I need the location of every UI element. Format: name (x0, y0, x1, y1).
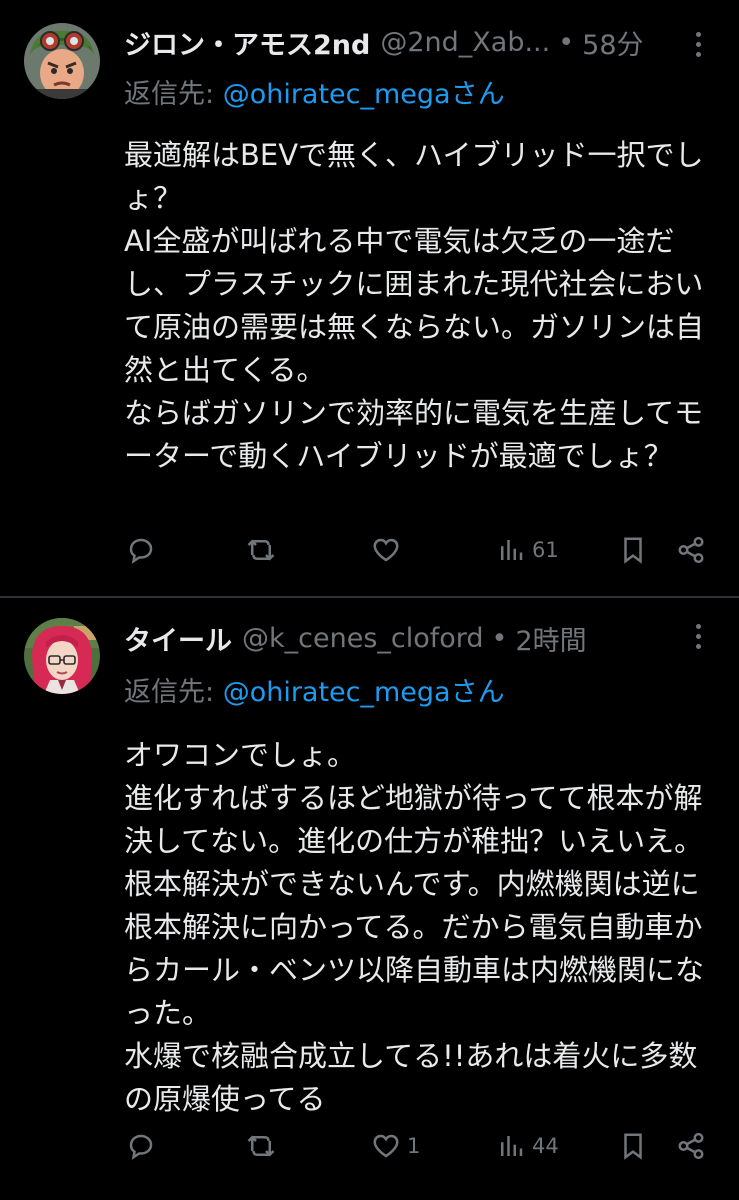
bookmark-button[interactable] (618, 1126, 648, 1166)
reply-button[interactable] (126, 530, 162, 570)
display-name[interactable]: ジロン・アモス2nd (124, 23, 370, 62)
bookmark-icon (624, 537, 642, 564)
views-button[interactable]: 61 (496, 530, 559, 570)
action-bar: 1 44 (124, 1126, 715, 1166)
user-handle[interactable]: @k_cenes_cloford (242, 623, 484, 654)
tweet-text: オワコンでしょ。 進化すればするほど地獄が待ってて根本が解決してない。進化の仕方… (124, 738, 705, 1116)
heart-icon (373, 1134, 399, 1158)
share-button[interactable] (676, 1126, 706, 1166)
retweet-icon (247, 1135, 275, 1157)
heart-icon (373, 538, 399, 562)
reply-mention-link[interactable]: @ohiratec_megaさん (223, 79, 505, 110)
tweet-header: タイール @k_cenes_cloford • 2時間 (124, 618, 679, 658)
reply-mention-link[interactable]: @ohiratec_megaさん (223, 677, 505, 708)
views-icon (501, 540, 523, 560)
like-button[interactable]: 1 (371, 1126, 420, 1166)
view-count: 44 (532, 1134, 559, 1158)
avatar[interactable] (24, 618, 100, 694)
tweet-1[interactable]: ジロン・アモス2nd @2nd_Xab... • 58分 返信先: @ohira… (0, 0, 739, 597)
view-count: 61 (532, 538, 559, 562)
like-button[interactable] (371, 530, 407, 570)
share-icon (678, 536, 704, 564)
separator-dot: • (558, 26, 575, 58)
tweet-text: 最適解はBEVで無く、ハイブリッド一択でしょ？ AI全盛が叫ばれる中で電気は欠乏… (124, 138, 705, 473)
retweet-icon (247, 539, 275, 561)
timestamp[interactable]: 2時間 (515, 619, 586, 658)
separator-dot: • (491, 622, 508, 654)
more-icon[interactable] (687, 616, 709, 656)
action-bar: 61 (124, 530, 715, 570)
reply-to-label: 返信先: (124, 677, 223, 708)
reply-to-line: 返信先: @ohiratec_megaさん (124, 72, 505, 111)
user-handle[interactable]: @2nd_Xab... (380, 27, 550, 58)
like-count: 1 (407, 1134, 421, 1158)
views-button[interactable]: 44 (496, 1126, 559, 1166)
timestamp[interactable]: 58分 (582, 23, 643, 62)
reply-icon (129, 538, 153, 564)
share-icon (678, 1132, 704, 1160)
views-icon (501, 1136, 523, 1156)
reply-to-label: 返信先: (124, 79, 223, 110)
reply-icon (129, 1134, 153, 1160)
retweet-button[interactable] (246, 1126, 282, 1166)
tweet-2[interactable]: タイール @k_cenes_cloford • 2時間 返信先: @ohirat… (0, 598, 739, 1200)
retweet-button[interactable] (246, 530, 282, 570)
tweet-header: ジロン・アモス2nd @2nd_Xab... • 58分 (124, 22, 679, 62)
avatar[interactable] (24, 23, 100, 99)
bookmark-button[interactable] (618, 530, 648, 570)
reply-to-line: 返信先: @ohiratec_megaさん (124, 670, 505, 709)
share-button[interactable] (676, 530, 706, 570)
reply-button[interactable] (126, 1126, 162, 1166)
display-name[interactable]: タイール (124, 619, 232, 658)
more-icon[interactable] (687, 24, 709, 64)
bookmark-icon (624, 1133, 642, 1160)
